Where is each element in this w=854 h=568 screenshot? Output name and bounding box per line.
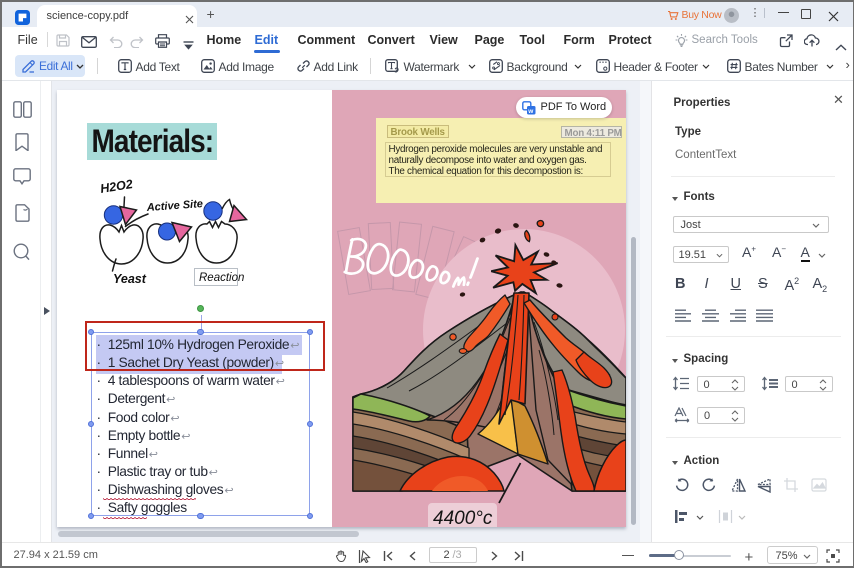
svg-text:Active Site: Active Site [145,198,203,214]
svg-text:Yeast: Yeast [113,272,147,286]
svg-text:w: w [527,108,534,115]
svg-text:4400°c: 4400°c [433,508,493,527]
svg-text:Reaction: Reaction [199,272,244,284]
svg-text:H2O2: H2O2 [99,177,133,196]
